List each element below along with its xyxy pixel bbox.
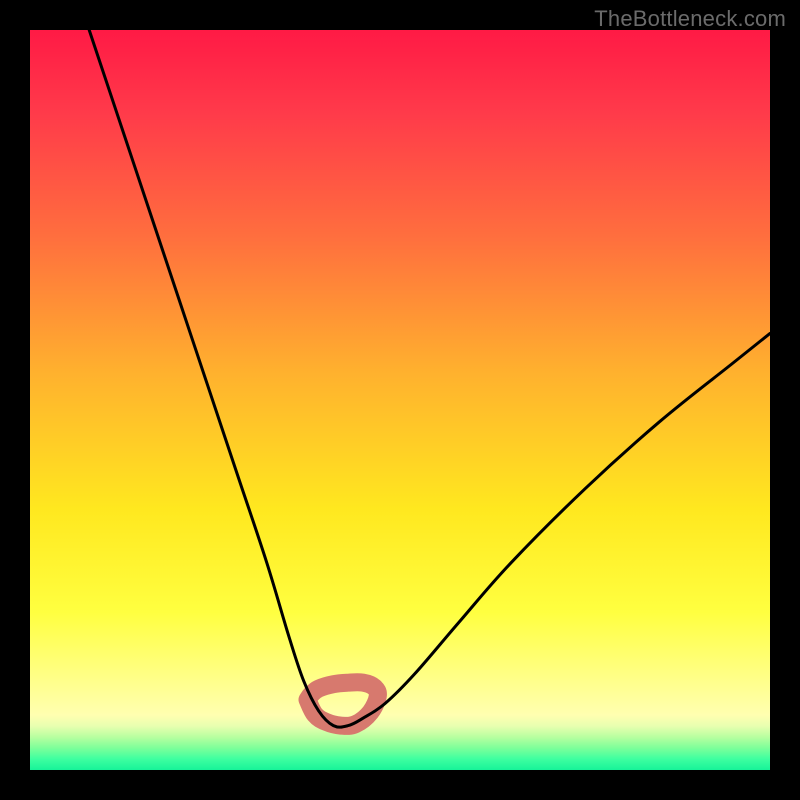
bottleneck-curve	[89, 30, 770, 727]
curve-layer	[30, 30, 770, 770]
watermark-text: TheBottleneck.com	[594, 6, 786, 32]
sweet-spot-marker	[308, 682, 378, 726]
chart-frame: TheBottleneck.com	[0, 0, 800, 800]
plot-area	[30, 30, 770, 770]
